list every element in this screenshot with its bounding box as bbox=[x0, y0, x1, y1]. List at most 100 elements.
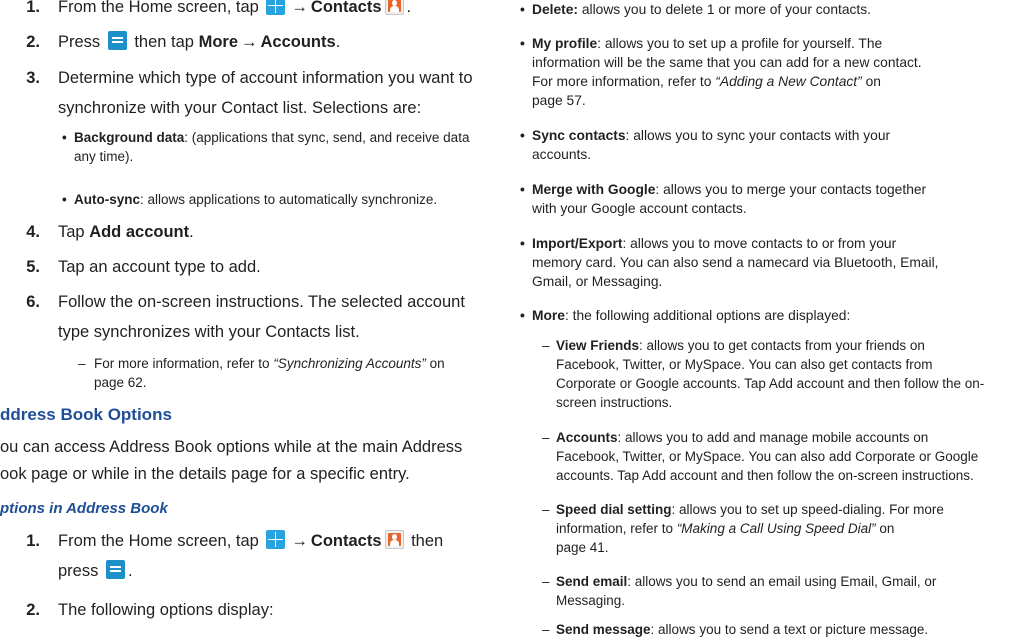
bullet-text-line: page 57. bbox=[532, 91, 586, 111]
bold-term: Send email bbox=[556, 574, 628, 589]
dash-mark: – bbox=[542, 502, 550, 517]
bullet-dot: • bbox=[520, 2, 525, 17]
text-run: Corporate or Google accounts. Tap Add ac… bbox=[556, 376, 985, 391]
step-text-line: From the Home screen, tap → Contacts then bbox=[58, 527, 443, 555]
step-text: Press then tap More → Accounts. bbox=[58, 28, 340, 56]
step-text-line: Determine which type of account informat… bbox=[58, 69, 473, 87]
step-2-top: 2. Press then tap More → Accounts. bbox=[18, 28, 498, 56]
text-run: : allows you to send an email using Emai… bbox=[627, 574, 937, 589]
step-text-line: The following options display: bbox=[58, 596, 274, 624]
text-run: page 57. bbox=[532, 93, 586, 108]
bullet-dot: • bbox=[520, 182, 525, 197]
text-run: : allows you to set up a profile for you… bbox=[597, 36, 883, 51]
text-run: From the Home screen, tap bbox=[58, 532, 264, 550]
step-2-bottom: 2. The following options display: bbox=[18, 596, 498, 624]
home-grid-icon bbox=[266, 530, 286, 549]
step-number: 4. bbox=[26, 223, 40, 241]
bullet-text-line: Auto-sync: allows applications to automa… bbox=[74, 190, 437, 210]
arrow-glyph: → bbox=[291, 0, 308, 16]
bullet-text-line: My profile: allows you to set up a profi… bbox=[532, 34, 882, 54]
text-run: : allows you to send a text or picture m… bbox=[650, 622, 929, 637]
step-text-line: Follow the on-screen instructions. The s… bbox=[58, 293, 465, 311]
contacts-icon bbox=[384, 0, 404, 15]
text-run: with your Google account contacts. bbox=[532, 201, 747, 216]
bold-term: Contacts bbox=[310, 0, 382, 16]
dash-text-line: Corporate or Google accounts. Tap Add ac… bbox=[556, 374, 984, 394]
text-run: : allows you to add and manage mobile ac… bbox=[617, 430, 929, 445]
bullet-text-line: Sync contacts: allows you to sync your c… bbox=[532, 126, 890, 146]
home-grid-icon bbox=[266, 0, 286, 15]
step-text: Tap an account type to add. bbox=[58, 253, 261, 281]
bullet-dot: • bbox=[62, 192, 67, 207]
dash-text-line: information, refer to “Making a Call Usi… bbox=[556, 519, 894, 539]
dash-mark: – bbox=[542, 338, 550, 353]
step-number: 6. bbox=[26, 293, 40, 311]
bullet-text-line: Delete: allows you to delete 1 or more o… bbox=[532, 0, 871, 20]
bold-term: Merge with Google bbox=[532, 182, 656, 197]
step-number: 1. bbox=[26, 0, 40, 16]
text-run: From the Home screen, tap bbox=[58, 0, 264, 16]
text-run: Press bbox=[58, 33, 105, 51]
bullet-dot: • bbox=[520, 128, 525, 143]
menu-key-icon bbox=[107, 31, 127, 50]
bold-term: Sync contacts bbox=[532, 128, 626, 143]
dash-mark: – bbox=[542, 574, 550, 589]
text-run: : (applications that sync, send, and rec… bbox=[184, 130, 470, 145]
text-run: information, refer to bbox=[556, 521, 677, 536]
cross-reference: “Adding a New Contact” bbox=[715, 74, 862, 89]
text-run: page 62. bbox=[94, 375, 147, 390]
menu-key-icon bbox=[105, 560, 125, 579]
section-paragraph-line: ou can access Address Book options while… bbox=[0, 438, 463, 456]
bold-term: Auto-sync bbox=[74, 192, 141, 207]
step-1-top: 1. From the Home screen, tap → Contacts. bbox=[18, 0, 498, 21]
bold-term: Accounts bbox=[556, 430, 618, 445]
text-run: : allows you to merge your contacts toge… bbox=[655, 182, 927, 197]
step-number: 2. bbox=[26, 33, 40, 51]
text-run: . bbox=[127, 562, 133, 580]
bold-term: Add account bbox=[89, 223, 190, 241]
dash-text-line: Send message: allows you to send a text … bbox=[556, 620, 928, 640]
text-run: Messaging. bbox=[556, 593, 626, 608]
text-run: memory card. You can also send a namecar… bbox=[532, 255, 939, 270]
dash-text-line: screen instructions. bbox=[556, 393, 672, 413]
dash-text-line: page 62. bbox=[94, 373, 147, 393]
dash-text-line: Speed dial setting: allows you to set up… bbox=[556, 500, 944, 520]
text-run: screen instructions. bbox=[556, 395, 673, 410]
bold-term: My profile bbox=[532, 36, 598, 51]
text-run: Tap bbox=[58, 223, 90, 241]
bold-term: Send message bbox=[556, 622, 651, 637]
text-run: For more information, refer to bbox=[94, 356, 274, 371]
text-run: The following options display: bbox=[58, 601, 274, 619]
text-run: Facebook, Twitter, or MySpace. You can a… bbox=[556, 357, 933, 372]
bullet-text-line: Background data: (applications that sync… bbox=[74, 128, 469, 148]
dash-text-line: Messaging. bbox=[556, 591, 625, 611]
cross-reference: “Making a Call Using Speed Dial” bbox=[676, 521, 876, 536]
dash-mark: – bbox=[542, 430, 550, 445]
text-run: on bbox=[861, 74, 881, 89]
text-run: . bbox=[189, 223, 194, 241]
bold-term: Import/Export bbox=[532, 236, 623, 251]
text-run: : allows you to sync your contacts with … bbox=[625, 128, 891, 143]
dash-text-line: For more information, refer to “Synchron… bbox=[94, 354, 445, 374]
dash-mark: – bbox=[78, 356, 86, 371]
step-4: 4. Tap Add account. bbox=[18, 218, 498, 246]
dash-text-line: Facebook, Twitter, or MySpace. You can a… bbox=[556, 447, 978, 467]
step-number: 1. bbox=[26, 532, 40, 550]
step-text: Tap Add account. bbox=[58, 218, 194, 246]
bullet-text-line: memory card. You can also send a namecar… bbox=[532, 253, 938, 273]
section-paragraph-line: ook page or while in the details page fo… bbox=[0, 465, 410, 483]
text-run: information will be the same that you ca… bbox=[532, 55, 922, 70]
bullet-text-line: any time). bbox=[74, 147, 133, 167]
text-run: press bbox=[58, 562, 103, 580]
text-run: Facebook, Twitter, or MySpace. You can a… bbox=[556, 449, 979, 464]
text-run: : allows you to get contacts from your f… bbox=[639, 338, 925, 353]
text-run: any time). bbox=[74, 149, 134, 164]
bullet-dot: • bbox=[520, 36, 525, 51]
text-run: accounts. Tap Add account and then follo… bbox=[556, 468, 974, 483]
text-run: : allows applications to automatically s… bbox=[140, 192, 438, 207]
step-number: 3. bbox=[26, 69, 40, 87]
contacts-icon bbox=[384, 530, 404, 549]
step-number: 5. bbox=[26, 258, 40, 276]
bold-term: Delete: bbox=[532, 2, 579, 17]
bullet-dot: • bbox=[520, 236, 525, 251]
